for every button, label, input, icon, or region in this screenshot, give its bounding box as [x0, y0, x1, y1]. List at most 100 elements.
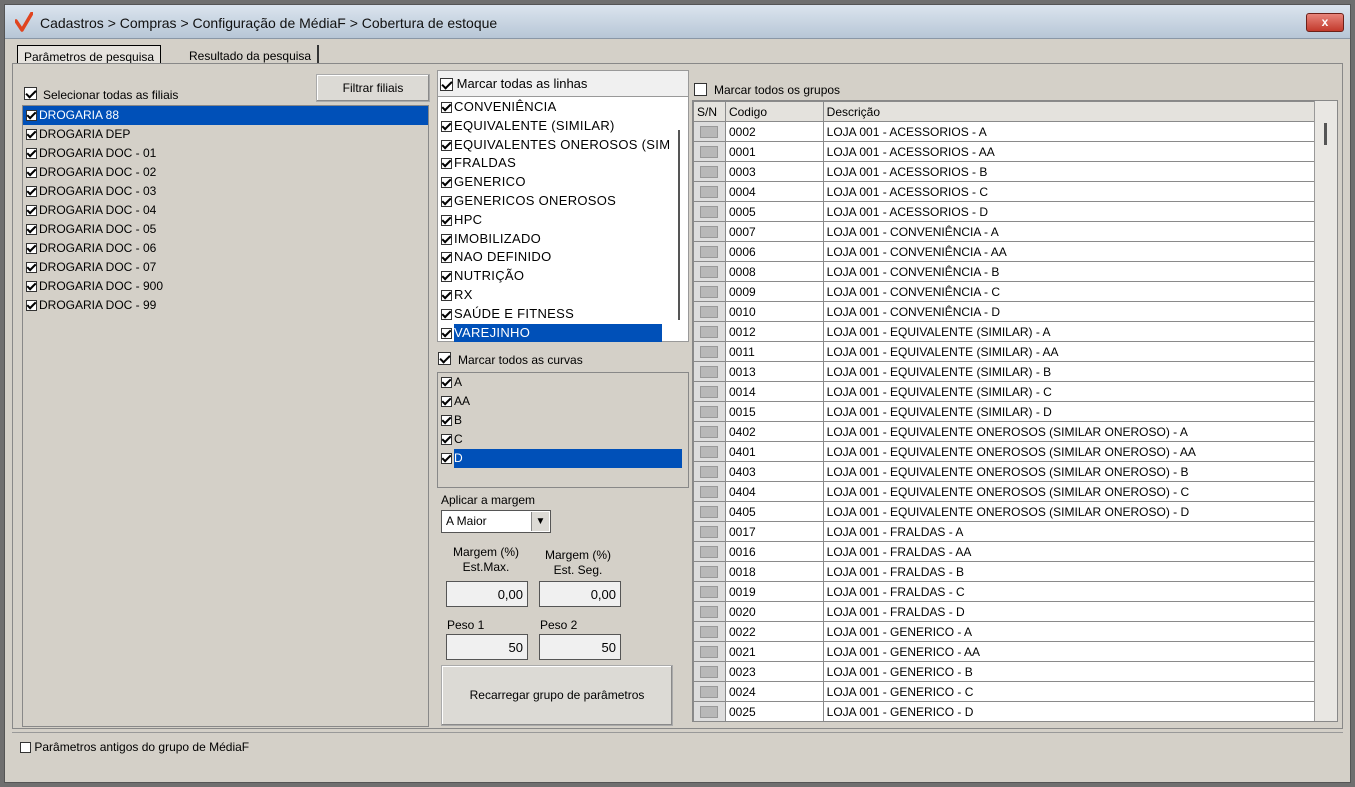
list-item[interactable]: EQUIVALENTES ONEROSOS (SIM — [438, 136, 670, 155]
table-row[interactable]: 0404 LOJA 001 - EQUIVALENTE ONEROSOS (SIM… — [693, 481, 1316, 502]
list-item[interactable]: NAO DEFINIDO — [438, 248, 670, 267]
list-item[interactable]: IMOBILIZADO — [438, 230, 670, 249]
sn-cell-button[interactable] — [700, 145, 719, 158]
sn-toggle[interactable] — [693, 501, 726, 522]
sn-cell-button[interactable] — [700, 265, 719, 278]
filial-checkbox[interactable] — [26, 281, 37, 293]
sn-toggle[interactable] — [693, 581, 726, 602]
table-row[interactable]: 0019 LOJA 001 - FRALDAS - C — [693, 581, 1316, 602]
margin-max-field[interactable]: 0,00 — [446, 581, 528, 607]
sn-toggle[interactable] — [693, 541, 726, 562]
list-item[interactable]: FRALDAS — [438, 154, 670, 173]
sn-toggle[interactable] — [693, 301, 726, 322]
sn-cell-button[interactable] — [700, 605, 719, 618]
sn-toggle[interactable] — [693, 141, 726, 162]
sn-cell-button[interactable] — [700, 645, 719, 658]
table-row[interactable]: 0017 LOJA 001 - FRALDAS - A — [693, 521, 1316, 542]
sn-toggle[interactable] — [693, 661, 726, 682]
list-item[interactable]: DROGARIA DOC - 07 — [23, 258, 428, 277]
linhas-scrollbar[interactable] — [678, 130, 680, 320]
grupos-scrollbar[interactable] — [1314, 101, 1337, 721]
linha-checkbox[interactable] — [441, 139, 452, 151]
sn-toggle[interactable] — [693, 561, 726, 582]
curva-checkbox[interactable] — [441, 377, 452, 389]
sn-toggle[interactable] — [693, 261, 726, 282]
list-item[interactable]: DROGARIA DOC - 06 — [23, 239, 428, 258]
filter-filiais-button[interactable]: Filtrar filiais — [316, 74, 430, 102]
sn-toggle[interactable] — [693, 121, 726, 142]
sn-cell-button[interactable] — [700, 385, 719, 398]
sn-cell-button[interactable] — [700, 205, 719, 218]
table-row[interactable]: 0016 LOJA 001 - FRALDAS - AA — [693, 541, 1316, 562]
list-item[interactable]: EQUIVALENTE (SIMILAR) — [438, 117, 670, 136]
list-item[interactable]: DROGARIA DOC - 900 — [23, 277, 428, 296]
list-item[interactable]: B — [438, 411, 688, 430]
sn-toggle[interactable] — [693, 161, 726, 182]
table-row[interactable]: 0021 LOJA 001 - GENERICO - AA — [693, 641, 1316, 662]
list-item[interactable]: DROGARIA DOC - 01 — [23, 144, 428, 163]
list-item[interactable]: DROGARIA 88 — [23, 106, 428, 125]
sn-toggle[interactable] — [693, 601, 726, 622]
sn-cell-button[interactable] — [700, 405, 719, 418]
list-item[interactable]: HPC — [438, 211, 670, 230]
sn-cell-button[interactable] — [700, 665, 719, 678]
filial-checkbox[interactable] — [26, 167, 37, 179]
sn-toggle[interactable] — [693, 641, 726, 662]
sn-cell-button[interactable] — [700, 285, 719, 298]
select-all-filiais-checkbox[interactable] — [24, 87, 37, 100]
sn-cell-button[interactable] — [700, 425, 719, 438]
table-row[interactable]: 0001 LOJA 001 - ACESSORIOS - AA — [693, 141, 1316, 162]
sn-cell-button[interactable] — [700, 225, 719, 238]
sn-toggle[interactable] — [693, 521, 726, 542]
column-header-sn[interactable]: S/N — [693, 101, 726, 122]
table-row[interactable]: 0007 LOJA 001 - CONVENIÊNCIA - A — [693, 221, 1316, 242]
table-row[interactable]: 0014 LOJA 001 - EQUIVALENTE (SIMILAR) - C — [693, 381, 1316, 402]
sn-cell-button[interactable] — [700, 245, 719, 258]
column-header-codigo[interactable]: Codigo — [724, 101, 824, 122]
table-row[interactable]: 0013 LOJA 001 - EQUIVALENTE (SIMILAR) - B — [693, 361, 1316, 382]
list-item[interactable]: CONVENIÊNCIA — [438, 98, 670, 117]
table-row[interactable]: 0401 LOJA 001 - EQUIVALENTE ONEROSOS (SIM… — [693, 441, 1316, 462]
select-all-linhas-checkbox[interactable] — [440, 78, 453, 92]
reload-parameters-button[interactable]: Recarregar grupo de parâmetros — [441, 665, 673, 726]
sn-toggle[interactable] — [693, 441, 726, 462]
scrollbar-thumb[interactable] — [1324, 123, 1327, 145]
curva-checkbox[interactable] — [441, 453, 452, 465]
sn-toggle[interactable] — [693, 181, 726, 202]
peso2-field[interactable]: 50 — [539, 634, 621, 660]
table-row[interactable]: 0403 LOJA 001 - EQUIVALENTE ONEROSOS (SIM… — [693, 461, 1316, 482]
sn-cell-button[interactable] — [700, 685, 719, 698]
linha-checkbox[interactable] — [441, 290, 452, 302]
sn-cell-button[interactable] — [700, 325, 719, 338]
list-item[interactable]: GENERICOS ONEROSOS — [438, 192, 670, 211]
sn-toggle[interactable] — [693, 201, 726, 222]
sn-toggle[interactable] — [693, 481, 726, 502]
list-item[interactable]: GENERICO — [438, 173, 670, 192]
sn-toggle[interactable] — [693, 681, 726, 702]
select-all-grupos-checkbox[interactable] — [694, 83, 707, 96]
table-row[interactable]: 0010 LOJA 001 - CONVENIÊNCIA - D — [693, 301, 1316, 322]
sn-cell-button[interactable] — [700, 445, 719, 458]
table-row[interactable]: 0015 LOJA 001 - EQUIVALENTE (SIMILAR) - D — [693, 401, 1316, 422]
linha-checkbox[interactable] — [441, 120, 452, 132]
sn-toggle[interactable] — [693, 701, 726, 721]
sn-toggle[interactable] — [693, 321, 726, 342]
margin-seg-field[interactable]: 0,00 — [539, 581, 621, 607]
sn-cell-button[interactable] — [700, 625, 719, 638]
filial-checkbox[interactable] — [26, 300, 37, 312]
list-item[interactable]: DROGARIA DOC - 02 — [23, 163, 428, 182]
table-row[interactable]: 0006 LOJA 001 - CONVENIÊNCIA - AA — [693, 241, 1316, 262]
linha-checkbox[interactable] — [441, 196, 452, 208]
linha-checkbox[interactable] — [441, 308, 452, 320]
sn-cell-button[interactable] — [700, 505, 719, 518]
filial-checkbox[interactable] — [26, 186, 37, 198]
list-item[interactable]: D — [438, 449, 688, 468]
table-row[interactable]: 0402 LOJA 001 - EQUIVALENTE ONEROSOS (SIM… — [693, 421, 1316, 442]
sn-cell-button[interactable] — [700, 525, 719, 538]
table-row[interactable]: 0023 LOJA 001 - GENERICO - B — [693, 661, 1316, 682]
sn-toggle[interactable] — [693, 241, 726, 262]
chevron-down-icon[interactable]: ▼ — [531, 512, 549, 531]
filial-checkbox[interactable] — [26, 262, 37, 274]
sn-cell-button[interactable] — [700, 485, 719, 498]
sn-toggle[interactable] — [693, 401, 726, 422]
